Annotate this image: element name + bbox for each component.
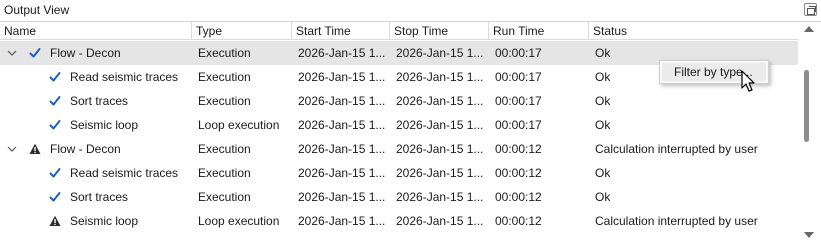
row-start-time: 2026-Jan-15 1... [298, 70, 386, 84]
row-type: Execution [198, 166, 251, 180]
row-type: Execution [198, 142, 251, 156]
row-start-time: 2026-Jan-15 1... [298, 94, 386, 108]
check-icon [29, 47, 41, 59]
warning-icon [29, 143, 41, 155]
table-row[interactable]: Read seismic traces Execution 2026-Jan-15 … [0, 161, 798, 185]
row-status: Calculation interrupted by user [595, 214, 758, 228]
row-stop-time: 2026-Jan-15 1... [396, 142, 484, 156]
output-grid: Name Type Start Time Stop Time Run Time … [0, 21, 821, 243]
row-run-time: 00:00:17 [495, 46, 542, 60]
row-stop-time: 2026-Jan-15 1... [396, 46, 484, 60]
name-cell: Sort traces [0, 185, 192, 209]
row-status: Ok [595, 118, 611, 132]
row-name: Sort traces [70, 190, 129, 204]
row-start-time: 2026-Jan-15 1... [298, 46, 386, 60]
name-cell: Read seismic traces [0, 161, 192, 185]
title-bar: Output View [0, 0, 821, 20]
row-type: Loop execution [198, 214, 280, 228]
column-header-stop-time[interactable]: Stop Time [390, 22, 489, 40]
row-type: Execution [198, 70, 251, 84]
scroll-up-icon[interactable] [804, 26, 814, 32]
name-cell: Flow - Decon [0, 41, 192, 65]
column-header-row: Name Type Start Time Stop Time Run Time … [0, 22, 798, 40]
table-row[interactable]: Seismic loop Loop execution 2026-Jan-15 1.… [0, 209, 798, 233]
row-stop-time: 2026-Jan-15 1... [396, 70, 484, 84]
vertical-scrollbar[interactable] [798, 22, 821, 243]
row-stop-time: 2026-Jan-15 1... [396, 94, 484, 108]
row-type: Execution [198, 190, 251, 204]
scrollbar-thumb[interactable] [804, 70, 809, 142]
check-icon [49, 167, 61, 179]
row-name: Read seismic traces [70, 166, 179, 180]
row-run-time: 00:00:17 [495, 70, 542, 84]
check-icon [49, 71, 61, 83]
name-cell: Seismic loop [0, 113, 192, 137]
row-status: Ok [595, 166, 611, 180]
column-header-run-time[interactable]: Run Time [489, 22, 589, 40]
row-name: Seismic loop [70, 118, 139, 132]
column-header-status[interactable]: Status [589, 22, 798, 40]
row-status: Calculation interrupted by user [595, 142, 758, 156]
column-header-name[interactable]: Name [0, 22, 192, 40]
row-run-time: 00:00:12 [495, 214, 542, 228]
table-row[interactable]: Sort traces Execution 2026-Jan-15 1... 2026… [0, 89, 798, 113]
check-icon [49, 191, 61, 203]
scroll-down-icon[interactable] [804, 232, 814, 238]
warning-icon [49, 215, 61, 227]
window-title: Output View [4, 3, 70, 17]
row-name: Read seismic traces [70, 70, 179, 84]
name-cell: Sort traces [0, 89, 192, 113]
row-run-time: 00:00:12 [495, 190, 542, 204]
table-row[interactable]: Flow - Decon Execution 2026-Jan-15 1... 202… [0, 137, 798, 161]
row-status: Ok [595, 94, 611, 108]
name-cell: Flow - Decon [0, 137, 192, 161]
column-header-type[interactable]: Type [192, 22, 292, 40]
row-stop-time: 2026-Jan-15 1... [396, 166, 484, 180]
row-type: Execution [198, 94, 251, 108]
row-start-time: 2026-Jan-15 1... [298, 190, 386, 204]
collapse-chevron-icon[interactable] [7, 48, 17, 58]
row-name: Flow - Decon [50, 142, 121, 156]
row-run-time: 00:00:12 [495, 166, 542, 180]
check-icon [49, 119, 61, 131]
mouse-cursor-icon [741, 70, 755, 92]
row-status: Ok [595, 190, 611, 204]
row-start-time: 2026-Jan-15 1... [298, 214, 386, 228]
name-cell: Read seismic traces [0, 65, 192, 89]
row-name: Sort traces [70, 94, 129, 108]
check-icon [49, 95, 61, 107]
row-stop-time: 2026-Jan-15 1... [396, 190, 484, 204]
row-stop-time: 2026-Jan-15 1... [396, 214, 484, 228]
row-run-time: 00:00:12 [495, 142, 542, 156]
row-type: Execution [198, 46, 251, 60]
row-start-time: 2026-Jan-15 1... [298, 142, 386, 156]
name-cell: Seismic loop [0, 209, 192, 233]
row-name: Flow - Decon [50, 46, 121, 60]
table-row[interactable]: Sort traces Execution 2026-Jan-15 1... 2026… [0, 185, 798, 209]
row-start-time: 2026-Jan-15 1... [298, 166, 386, 180]
row-start-time: 2026-Jan-15 1... [298, 118, 386, 132]
row-run-time: 00:00:17 [495, 118, 542, 132]
restore-window-icon[interactable] [804, 3, 817, 16]
row-type: Loop execution [198, 118, 280, 132]
row-name: Seismic loop [70, 214, 139, 228]
column-header-start-time[interactable]: Start Time [292, 22, 390, 40]
row-stop-time: 2026-Jan-15 1... [396, 118, 484, 132]
table-row[interactable]: Seismic loop Loop execution 2026-Jan-15 1.… [0, 113, 798, 137]
collapse-chevron-icon[interactable] [7, 144, 17, 154]
row-run-time: 00:00:17 [495, 94, 542, 108]
